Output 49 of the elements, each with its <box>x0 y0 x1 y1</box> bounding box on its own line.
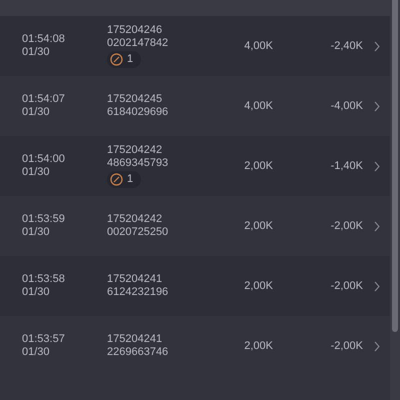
scrollbar-thumb[interactable] <box>392 0 398 332</box>
transaction-row[interactable]: 01:53:59 01/30 175204242 0020725250 2,00K -2,00K <box>0 196 390 256</box>
date-text: 01/30 <box>22 346 51 359</box>
date-text: 01/30 <box>22 286 51 299</box>
time-text: 01:54:07 <box>22 93 66 106</box>
chevron-right-icon <box>374 340 380 352</box>
badge-count: 1 <box>127 54 134 65</box>
amount-text: 2,00K <box>244 160 273 172</box>
id-text: 175204242 <box>107 213 164 226</box>
id-text: 0202147842 <box>107 37 170 50</box>
date-text: 01/30 <box>22 166 51 179</box>
chevron-right-icon <box>374 100 380 112</box>
transaction-row[interactable]: 01:54:07 01/30 175204245 6184029696 4,00K -4,00K <box>0 76 390 136</box>
amount-text: 2,00K <box>244 280 273 292</box>
time-text: 01:53:57 <box>22 333 66 346</box>
change-text: -2,00K <box>330 280 363 292</box>
id-text: 6184029696 <box>107 106 170 119</box>
date-text: 01/30 <box>22 226 51 239</box>
id-text: 175204246 <box>107 24 164 37</box>
change-text: -4,00K <box>330 100 363 112</box>
change-text: -2,40K <box>330 40 363 52</box>
change-text: -1,40K <box>330 160 363 172</box>
id-text: 4869345793 <box>107 157 170 170</box>
id-text: 175204245 <box>107 93 164 106</box>
time-text: 01:53:59 <box>22 213 66 226</box>
amount-text: 4,00K <box>244 100 273 112</box>
amount-text: 4,00K <box>244 40 273 52</box>
chevron-right-icon <box>374 220 380 232</box>
id-text: 0020725250 <box>107 226 170 239</box>
id-text: 175204242 <box>107 144 164 157</box>
chevron-right-icon <box>374 40 380 52</box>
id-text: 175204241 <box>107 333 164 346</box>
chevron-right-icon <box>374 160 380 172</box>
change-text: -2,00K <box>330 220 363 232</box>
date-text: 01/30 <box>22 106 51 119</box>
id-text: 6124232196 <box>107 286 170 299</box>
scrollbar[interactable] <box>390 0 400 400</box>
amount-text: 2,00K <box>244 220 273 232</box>
id-text: 2269663746 <box>107 346 170 359</box>
chevron-right-icon <box>374 280 380 292</box>
transaction-row[interactable]: 01:53:57 01/30 175204241 2269663746 2,00K -2,00K <box>0 316 390 376</box>
time-text: 01:54:00 <box>22 153 66 166</box>
change-text: -2,00K <box>330 340 363 352</box>
amount-text: 2,00K <box>244 340 273 352</box>
time-text: 01:53:58 <box>22 273 66 286</box>
time-text: 01:54:08 <box>22 33 66 46</box>
id-text: 175204241 <box>107 273 164 286</box>
badge-count: 1 <box>127 174 134 185</box>
date-text: 01/30 <box>22 46 51 59</box>
